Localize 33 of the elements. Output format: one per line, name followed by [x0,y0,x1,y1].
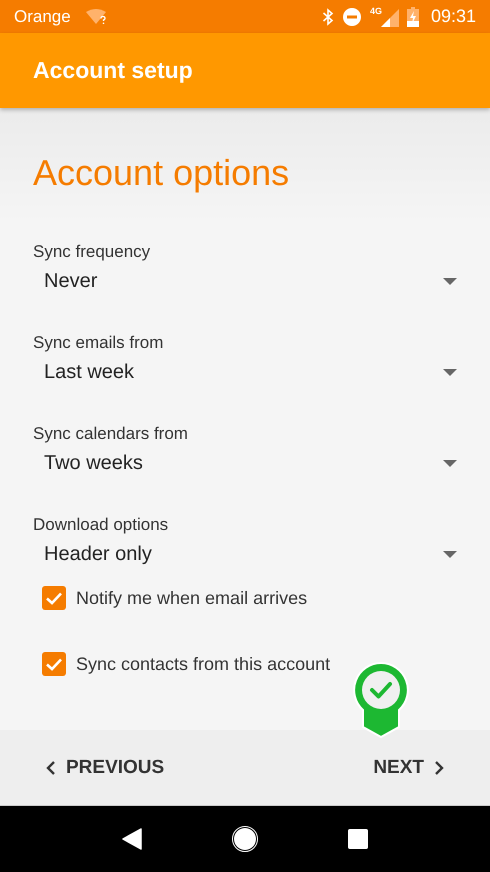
battery-icon [406,6,419,26]
dropdown[interactable]: Two weeks [33,445,490,481]
network-type: 4G [370,6,382,16]
chevron-left-icon [44,758,58,776]
page-heading: Account options [33,151,290,195]
dropdown[interactable]: Last week [33,354,490,390]
next-button[interactable]: NEXT [369,750,450,784]
chevron-right-icon [432,758,446,776]
wifi-icon [84,8,107,24]
toolbar-title: Account setup [33,57,193,84]
caret-icon [443,550,457,558]
checkbox-label: Notify me when email arrives [76,588,308,608]
checkbox[interactable] [42,652,66,676]
checkbox[interactable] [42,586,66,610]
setting-label: Sync emails from [33,332,164,354]
setting-label: Sync frequency [33,241,152,263]
caret-icon [443,460,457,466]
clock-time: 09:31 [430,6,476,27]
home-icon[interactable] [230,825,259,853]
carrier-name: Orange [14,6,71,26]
setting-label: Sync calendars from [33,423,189,445]
caret-icon [443,368,457,376]
dropdown[interactable]: Header only [33,536,490,572]
do-not-disturb-icon [342,6,362,26]
caret-icon [443,278,457,284]
previous-button[interactable]: PREVIOUS [40,750,168,784]
checkbox-label: Sync contacts from this account [76,654,330,674]
signal-icon [380,6,399,26]
back-icon[interactable] [122,828,142,850]
recent-apps-icon[interactable] [348,829,368,849]
dropdown[interactable]: Never [33,263,490,299]
setting-label: Download options [33,514,170,536]
bluetooth-icon [322,8,334,26]
